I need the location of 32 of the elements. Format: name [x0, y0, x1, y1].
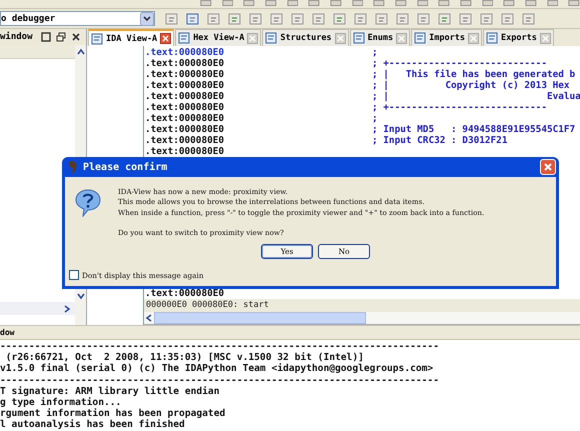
dialog-title: Please confirm [83, 162, 168, 172]
output-line: ---------------------------------------------------------------------------- [0, 374, 439, 386]
address-text: .text:000080E0 [144, 58, 226, 69]
output-line: v1.5.0 final (serial 0) (c) The IDAPython Team <idapython@googlegroups.com> [0, 363, 434, 375]
address-text: .text:000080E0 [144, 124, 226, 135]
output-line: rgument information has been propagated [0, 408, 226, 420]
comment-text: ; Input MD5 : 9494588E91E95545C1F7 [372, 124, 576, 135]
location-bar: 000000E0 000080E0: start [144, 299, 580, 312]
comment-text: ; [372, 47, 378, 58]
address-text: .text:000080E0 [144, 47, 226, 58]
output-line: (r26:66721, Oct 2 2008, 11:35:03) [MSC v.1500 32 bit (Intel)] [4, 352, 364, 364]
address-text: .text:000080E0 [144, 102, 226, 113]
comment-text: ; Input CRC32 : D3012F21 [372, 135, 508, 146]
comment-text: ; +---------------------------- [372, 58, 547, 69]
address-text: .text:000080E0 [144, 113, 226, 124]
address-text: .text:000080E0 [144, 146, 226, 157]
address-text: .text:000080E0 [144, 135, 226, 146]
address-text: .text:000080E0 [144, 80, 226, 91]
address-text: .text:000080E0 [144, 91, 226, 102]
address-text: .text:000080E0 [144, 69, 226, 80]
comment-text: ; [372, 113, 378, 124]
comment-text: ; | Copyright (c) 2013 Hex [372, 80, 570, 91]
comment-text: ; +---------------------------- [372, 102, 547, 113]
output-line: l autoanalysis has been finished [0, 419, 185, 431]
panel-title: dow [0, 328, 14, 337]
comment-text: ; | This file has been generated b [372, 69, 576, 80]
output-line: ---------------------------------------------------------------------------- [0, 341, 439, 352]
panel-title: window [0, 32, 34, 42]
address-text: .text:000080E0 [144, 288, 226, 299]
comment-text: ; | Evalua [372, 91, 580, 102]
output-line: g type information... [0, 397, 122, 408]
output-line: T signature: ARM library little endian [0, 386, 220, 397]
